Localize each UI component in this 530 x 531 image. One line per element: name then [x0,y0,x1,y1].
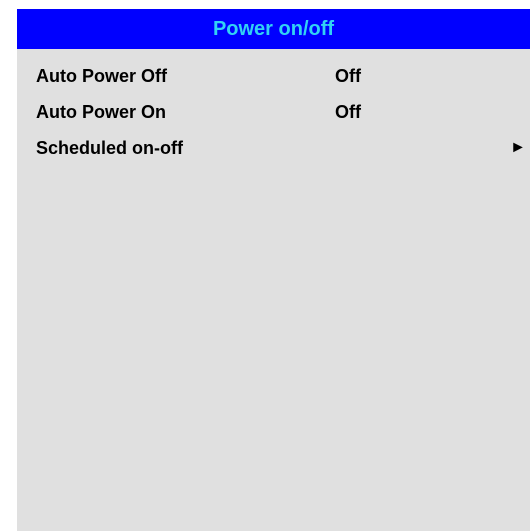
power-menu-panel: Power on/off Auto Power Off Off Auto Pow… [17,9,530,531]
menu-item-label: Auto Power Off [36,66,167,86]
menu-item-label: Scheduled on-off [36,138,183,158]
menu-item-label: Auto Power On [36,102,166,122]
menu-item-value: Off [335,102,361,122]
menu-item-value: Off [335,66,361,86]
menu-item-auto-power-on[interactable]: Auto Power On Off [17,94,530,130]
menu-item-scheduled-on-off[interactable]: Scheduled on-off ► [17,130,530,166]
submenu-arrow-icon: ► [510,139,526,156]
menu-item-auto-power-off[interactable]: Auto Power Off Off [17,58,530,94]
menu-list: Auto Power Off Off Auto Power On Off Sch… [17,58,530,166]
menu-title: Power on/off [17,9,530,49]
